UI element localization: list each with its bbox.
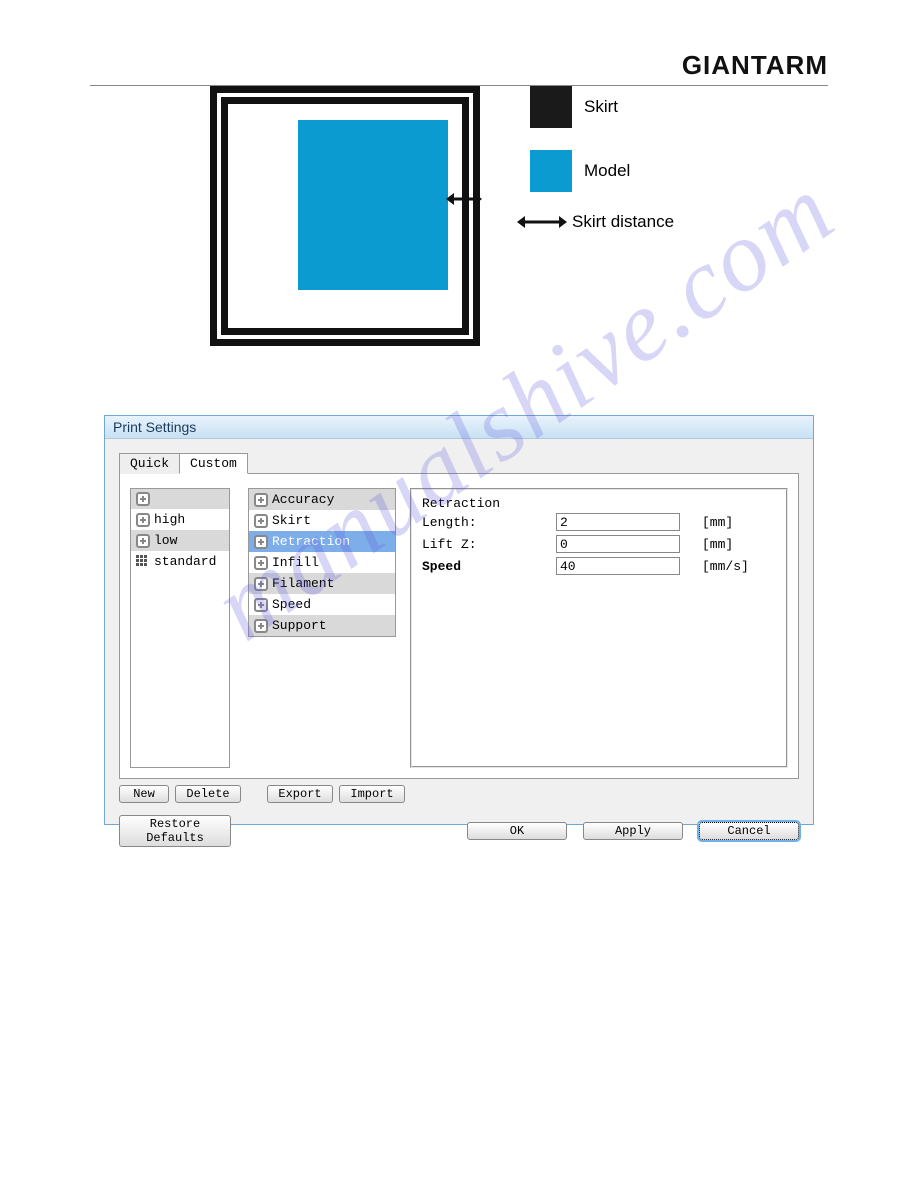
restore-defaults-button[interactable]: Restore Defaults [119, 815, 231, 847]
speed-label: Speed [422, 559, 556, 574]
tab-strip: Quick Custom [119, 453, 799, 474]
plus-icon [254, 598, 268, 612]
new-button[interactable]: New [119, 785, 169, 803]
skirt-swatch-icon [530, 86, 572, 128]
plus-icon [254, 535, 268, 549]
tab-panel-custom: high low standard Accuracy [119, 473, 799, 779]
profile-item-high[interactable]: high [131, 509, 229, 530]
length-label: Length: [422, 515, 556, 530]
speed-unit: [mm/s] [702, 559, 749, 574]
import-button[interactable]: Import [339, 785, 405, 803]
category-filament[interactable]: Filament [249, 573, 395, 594]
speed-input[interactable] [556, 557, 680, 575]
category-accuracy[interactable]: Accuracy [249, 489, 395, 510]
plus-icon [136, 492, 150, 506]
distance-arrow-icon [449, 192, 479, 206]
category-support[interactable]: Support [249, 615, 395, 636]
category-skirt[interactable]: Skirt [249, 510, 395, 531]
apply-button[interactable]: Apply [583, 822, 683, 840]
category-retraction[interactable]: Retraction [249, 531, 395, 552]
page-header: GIANTARM [90, 50, 828, 86]
length-unit: [mm] [702, 515, 733, 530]
cancel-button[interactable]: Cancel [699, 822, 799, 840]
field-liftz: Lift Z: [mm] [422, 535, 776, 553]
plus-icon [254, 514, 268, 528]
plus-icon [136, 534, 150, 548]
liftz-input[interactable] [556, 535, 680, 553]
field-length: Length: [mm] [422, 513, 776, 531]
profile-list[interactable]: high low standard [130, 488, 230, 768]
legend-model-label: Model [584, 161, 630, 181]
brand-logo: GIANTARM [682, 50, 828, 80]
plus-icon [254, 556, 268, 570]
liftz-unit: [mm] [702, 537, 733, 552]
plus-icon [254, 577, 268, 591]
length-input[interactable] [556, 513, 680, 531]
skirt-distance-label: Skirt distance [572, 212, 674, 232]
model-box [298, 120, 448, 290]
group-title: Retraction [422, 496, 776, 511]
liftz-label: Lift Z: [422, 537, 556, 552]
skirt-diagram: Skirt Model Skirt distance [210, 86, 770, 356]
legend-skirt: Skirt [530, 86, 618, 128]
profile-item-low[interactable]: low [131, 530, 229, 551]
grid-icon [136, 555, 150, 569]
plus-icon [254, 493, 268, 507]
legend-model: Model [530, 150, 630, 192]
category-list[interactable]: Accuracy Skirt Retraction Infill [248, 488, 396, 637]
category-infill[interactable]: Infill [249, 552, 395, 573]
tab-custom[interactable]: Custom [179, 453, 248, 474]
dialog-title: Print Settings [105, 416, 813, 439]
settings-group: Retraction Length: [mm] Lift Z: [mm] Spe… [410, 488, 788, 768]
export-button[interactable]: Export [267, 785, 333, 803]
tab-quick[interactable]: Quick [119, 453, 180, 474]
skirt-distance-annotation: Skirt distance [520, 212, 674, 232]
delete-button[interactable]: Delete [175, 785, 241, 803]
profile-item-blank[interactable] [131, 489, 229, 509]
ok-button[interactable]: OK [467, 822, 567, 840]
field-speed: Speed [mm/s] [422, 557, 776, 575]
plus-icon [254, 619, 268, 633]
profile-item-standard[interactable]: standard [131, 551, 229, 572]
category-speed[interactable]: Speed [249, 594, 395, 615]
double-arrow-icon [520, 215, 564, 229]
print-settings-dialog: Print Settings Quick Custom high [104, 415, 814, 825]
model-swatch-icon [530, 150, 572, 192]
plus-icon [136, 513, 150, 527]
legend-skirt-label: Skirt [584, 97, 618, 117]
